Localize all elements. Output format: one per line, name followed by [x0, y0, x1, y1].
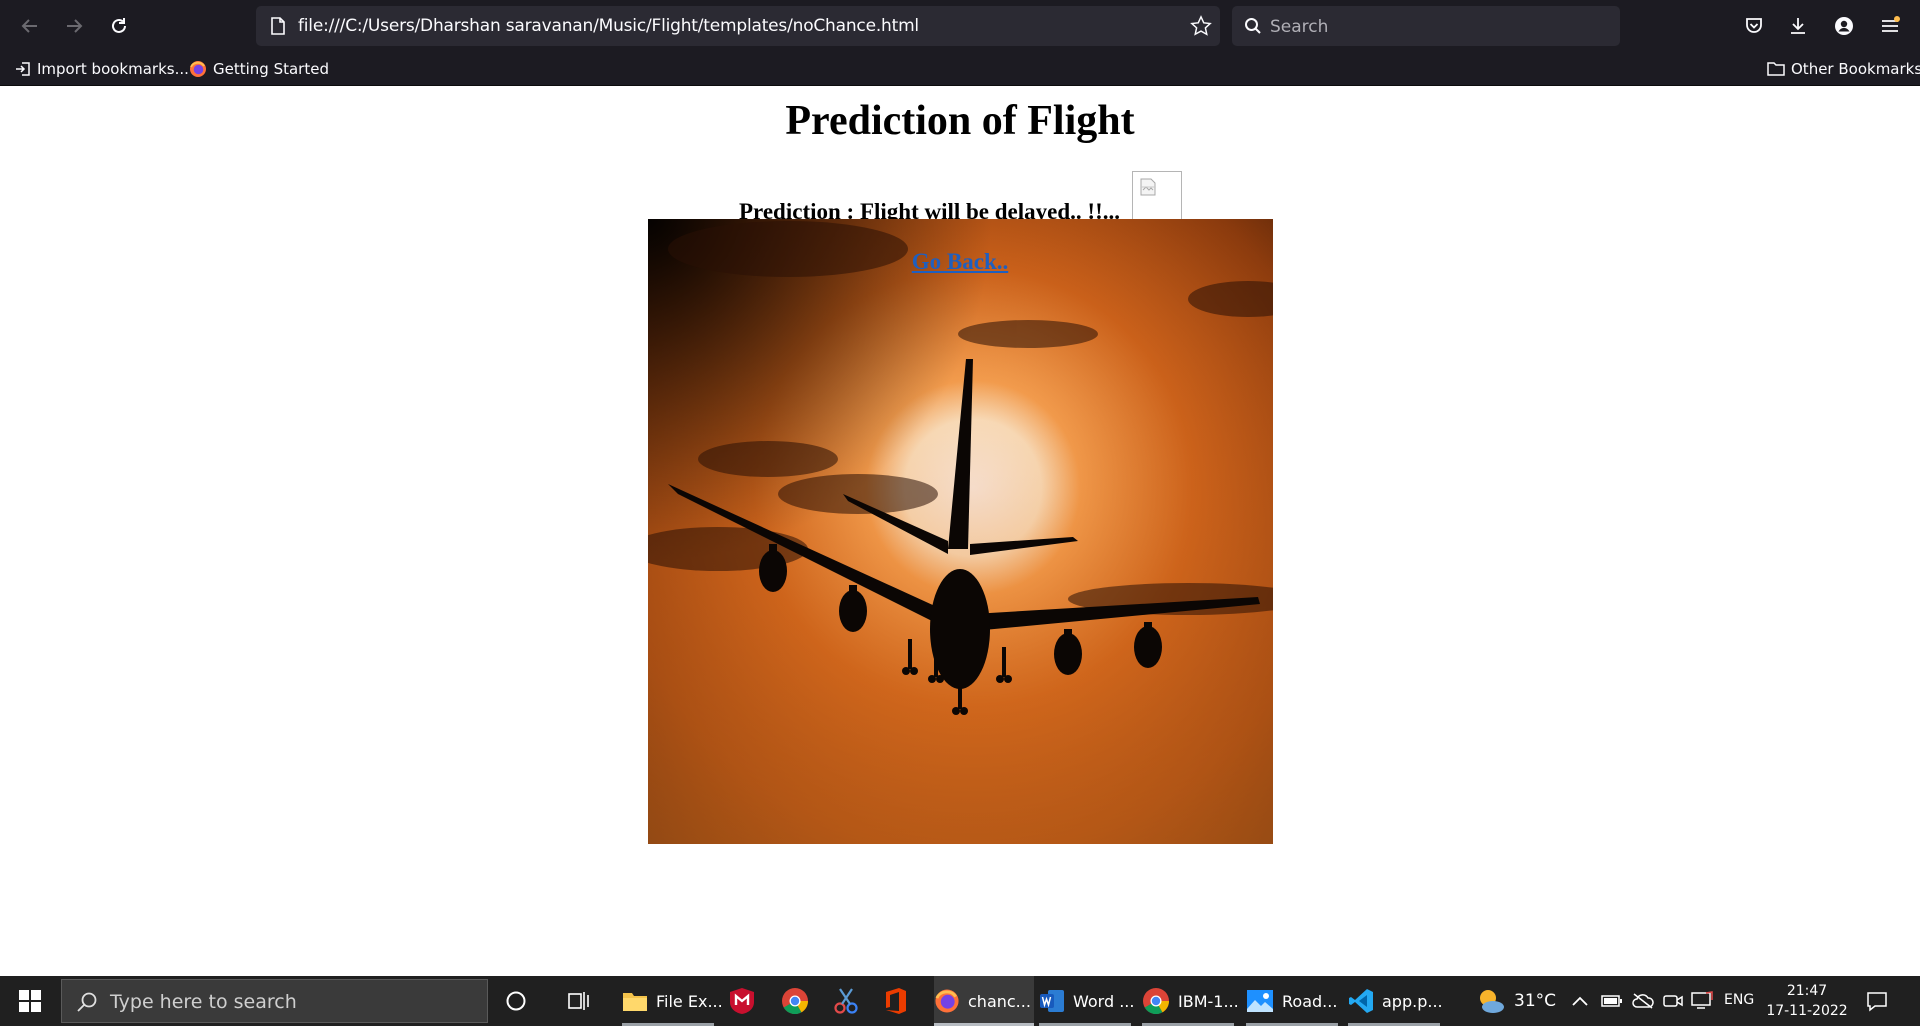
office-icon — [886, 988, 906, 1014]
vscode-icon — [1349, 989, 1373, 1013]
camera-status[interactable] — [1663, 976, 1683, 1026]
hamburger-menu-icon — [1882, 16, 1900, 32]
browser-search-input[interactable]: Search — [1232, 6, 1620, 46]
taskbar-app-label: Word ... — [1073, 991, 1135, 1011]
download-icon — [1791, 18, 1805, 34]
taskbar-mcafee[interactable] — [729, 976, 755, 1026]
windows-taskbar: Type here to search File Ex... chanc... … — [0, 976, 1920, 1026]
firefox-icon — [190, 61, 206, 77]
folder-icon — [623, 993, 647, 1011]
onedrive-status[interactable] — [1631, 976, 1655, 1026]
airplane-sunset-image — [648, 219, 1273, 844]
task-view-icon — [568, 992, 589, 1010]
clock-date: 17-11-2022 — [1766, 1003, 1848, 1019]
network-icon — [1691, 991, 1713, 1009]
forward-button[interactable] — [56, 8, 92, 44]
firefox-icon — [935, 989, 959, 1013]
photos-icon — [1247, 990, 1273, 1012]
taskbar-firefox[interactable]: chanc... — [934, 976, 1034, 1026]
taskbar-chrome-ibm[interactable]: IBM-1... — [1142, 976, 1239, 1026]
downloads-button[interactable] — [1780, 8, 1816, 44]
input-language[interactable]: ENG — [1724, 992, 1754, 1008]
taskbar-app-label: chanc... — [968, 991, 1031, 1011]
search-icon — [77, 992, 97, 1012]
import-bookmarks-label: Import bookmarks... — [37, 60, 189, 78]
search-icon — [1245, 18, 1261, 34]
other-bookmarks-item[interactable]: Other Bookmarks — [1767, 59, 1920, 79]
battery-icon — [1601, 995, 1622, 1007]
battery-status[interactable] — [1601, 976, 1623, 1026]
notification-icon — [1867, 992, 1887, 1012]
taskbar-file-explorer[interactable]: File Ex... — [622, 976, 723, 1026]
system-clock[interactable]: 21:47 17-11-2022 — [1762, 981, 1852, 1021]
task-view-button[interactable] — [568, 976, 592, 1026]
cortana-icon — [506, 991, 526, 1011]
pocket-icon — [1746, 18, 1762, 33]
menu-button[interactable] — [1872, 8, 1908, 44]
arrow-left-icon — [21, 19, 37, 33]
getting-started-item[interactable]: Getting Started — [189, 59, 329, 79]
weather-temperature[interactable]: 31°C — [1514, 991, 1556, 1011]
page-content: Prediction of Flight Prediction : Flight… — [0, 87, 1920, 976]
clock-time: 21:47 — [1786, 983, 1828, 999]
network-status[interactable] — [1691, 976, 1713, 1026]
url-text: file:///C:/Users/Dharshan saravanan/Musi… — [298, 16, 919, 36]
weather-sun-cloud-icon — [1480, 990, 1504, 1013]
back-button[interactable] — [12, 8, 48, 44]
taskbar-app-label: Road... — [1282, 991, 1338, 1011]
airplane-silhouette-illustration — [648, 219, 1273, 844]
mcafee-shield-icon — [730, 988, 754, 1014]
star-icon[interactable] — [1190, 15, 1212, 37]
taskbar-photos[interactable]: Road... — [1246, 976, 1338, 1026]
reload-icon — [112, 18, 126, 33]
go-back-link[interactable]: Go Back.. — [0, 249, 1920, 275]
scissors-icon — [834, 988, 858, 1014]
url-bar[interactable]: file:///C:/Users/Dharshan saravanan/Musi… — [256, 6, 1220, 46]
reload-button[interactable] — [101, 8, 137, 44]
windows-logo-icon — [19, 990, 41, 1012]
browser-toolbar: file:///C:/Users/Dharshan saravanan/Musi… — [0, 0, 1920, 52]
browser-search-placeholder: Search — [1270, 17, 1329, 37]
taskbar-snipping-tool[interactable] — [833, 976, 859, 1026]
getting-started-label: Getting Started — [213, 60, 329, 78]
arrow-right-icon — [67, 19, 83, 33]
chrome-icon — [782, 988, 809, 1015]
cloud-offline-icon — [1632, 993, 1654, 1009]
taskbar-app-label: app.p... — [1382, 991, 1443, 1011]
taskbar-vscode[interactable]: app.p... — [1348, 976, 1443, 1026]
notifications-button[interactable] — [1866, 976, 1888, 1026]
account-button[interactable] — [1826, 8, 1862, 44]
page-title: Prediction of Flight — [785, 98, 1135, 144]
camera-icon — [1663, 995, 1683, 1007]
chrome-icon — [1143, 988, 1170, 1015]
start-button[interactable] — [0, 976, 60, 1026]
import-icon — [16, 62, 30, 76]
chevron-up-icon — [1572, 996, 1588, 1006]
bookmarks-bar: Import bookmarks... Getting Started Othe… — [0, 52, 1920, 86]
account-icon — [1835, 17, 1853, 35]
taskbar-office[interactable] — [884, 976, 908, 1026]
folder-icon — [1767, 62, 1785, 76]
word-icon — [1040, 990, 1064, 1012]
cortana-button[interactable] — [505, 976, 527, 1026]
weather-widget[interactable] — [1476, 976, 1506, 1026]
other-bookmarks-label: Other Bookmarks — [1791, 60, 1920, 78]
taskbar-app-label: File Ex... — [656, 991, 723, 1011]
page-icon — [271, 17, 285, 35]
taskbar-search-placeholder: Type here to search — [110, 991, 297, 1013]
show-hidden-icons-button[interactable] — [1571, 976, 1589, 1026]
taskbar-search-input[interactable]: Type here to search — [61, 979, 488, 1023]
pocket-button[interactable] — [1736, 8, 1772, 44]
broken-image-placeholder — [1132, 171, 1182, 221]
import-bookmarks-item[interactable]: Import bookmarks... — [15, 59, 189, 79]
broken-image-icon — [1140, 178, 1156, 196]
taskbar-chrome[interactable] — [781, 976, 809, 1026]
taskbar-app-label: IBM-1... — [1178, 991, 1239, 1011]
taskbar-word[interactable]: Word ... — [1039, 976, 1134, 1026]
